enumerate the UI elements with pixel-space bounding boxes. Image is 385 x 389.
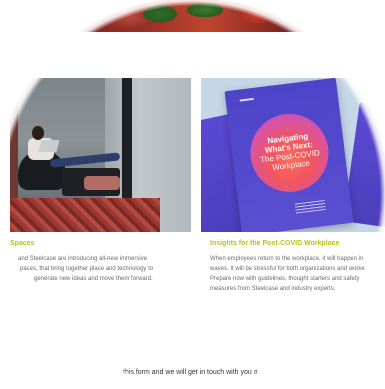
cover-fine-print	[294, 199, 326, 214]
right-card-title-link[interactable]: Insights for the Post-COVID Workplace	[210, 240, 339, 247]
blanket	[84, 176, 120, 190]
rug	[10, 198, 160, 232]
left-card-line: generate new ideas and move them forward…	[34, 276, 153, 282]
steelcase-logo	[239, 97, 254, 102]
contact-form-prompt: this form and we will get in touch with …	[123, 369, 258, 376]
food-photo	[70, 0, 320, 32]
person-head	[32, 126, 44, 140]
right-card-description: When employees return to the workplace, …	[210, 254, 365, 294]
left-card-description: and Steelcase are introducing all-new im…	[18, 254, 153, 284]
report-cover: Navigating What's Next: The Post-COVID W…	[224, 78, 354, 232]
right-card-line: When employees return to the workplace, …	[210, 256, 364, 262]
left-card-title-link[interactable]: Spaces	[10, 240, 35, 247]
right-card-line: Prepare now with guidelines, thought sta…	[210, 276, 360, 282]
left-card-line: and Steelcase are introducing all-new im…	[18, 256, 148, 262]
workspace-photo[interactable]	[10, 78, 191, 232]
page: Spaces and Steelcase are introducing all…	[0, 0, 385, 389]
laptop	[38, 140, 60, 152]
right-card-line: waves. It will be stressful for both org…	[210, 266, 365, 272]
left-card-line: paces, that bring together place and tec…	[20, 266, 154, 272]
right-card-line: measures from Steelcase and industry exp…	[210, 286, 336, 292]
report-cover-photo[interactable]: Navigating What's Next: The Post-COVID W…	[201, 78, 385, 232]
